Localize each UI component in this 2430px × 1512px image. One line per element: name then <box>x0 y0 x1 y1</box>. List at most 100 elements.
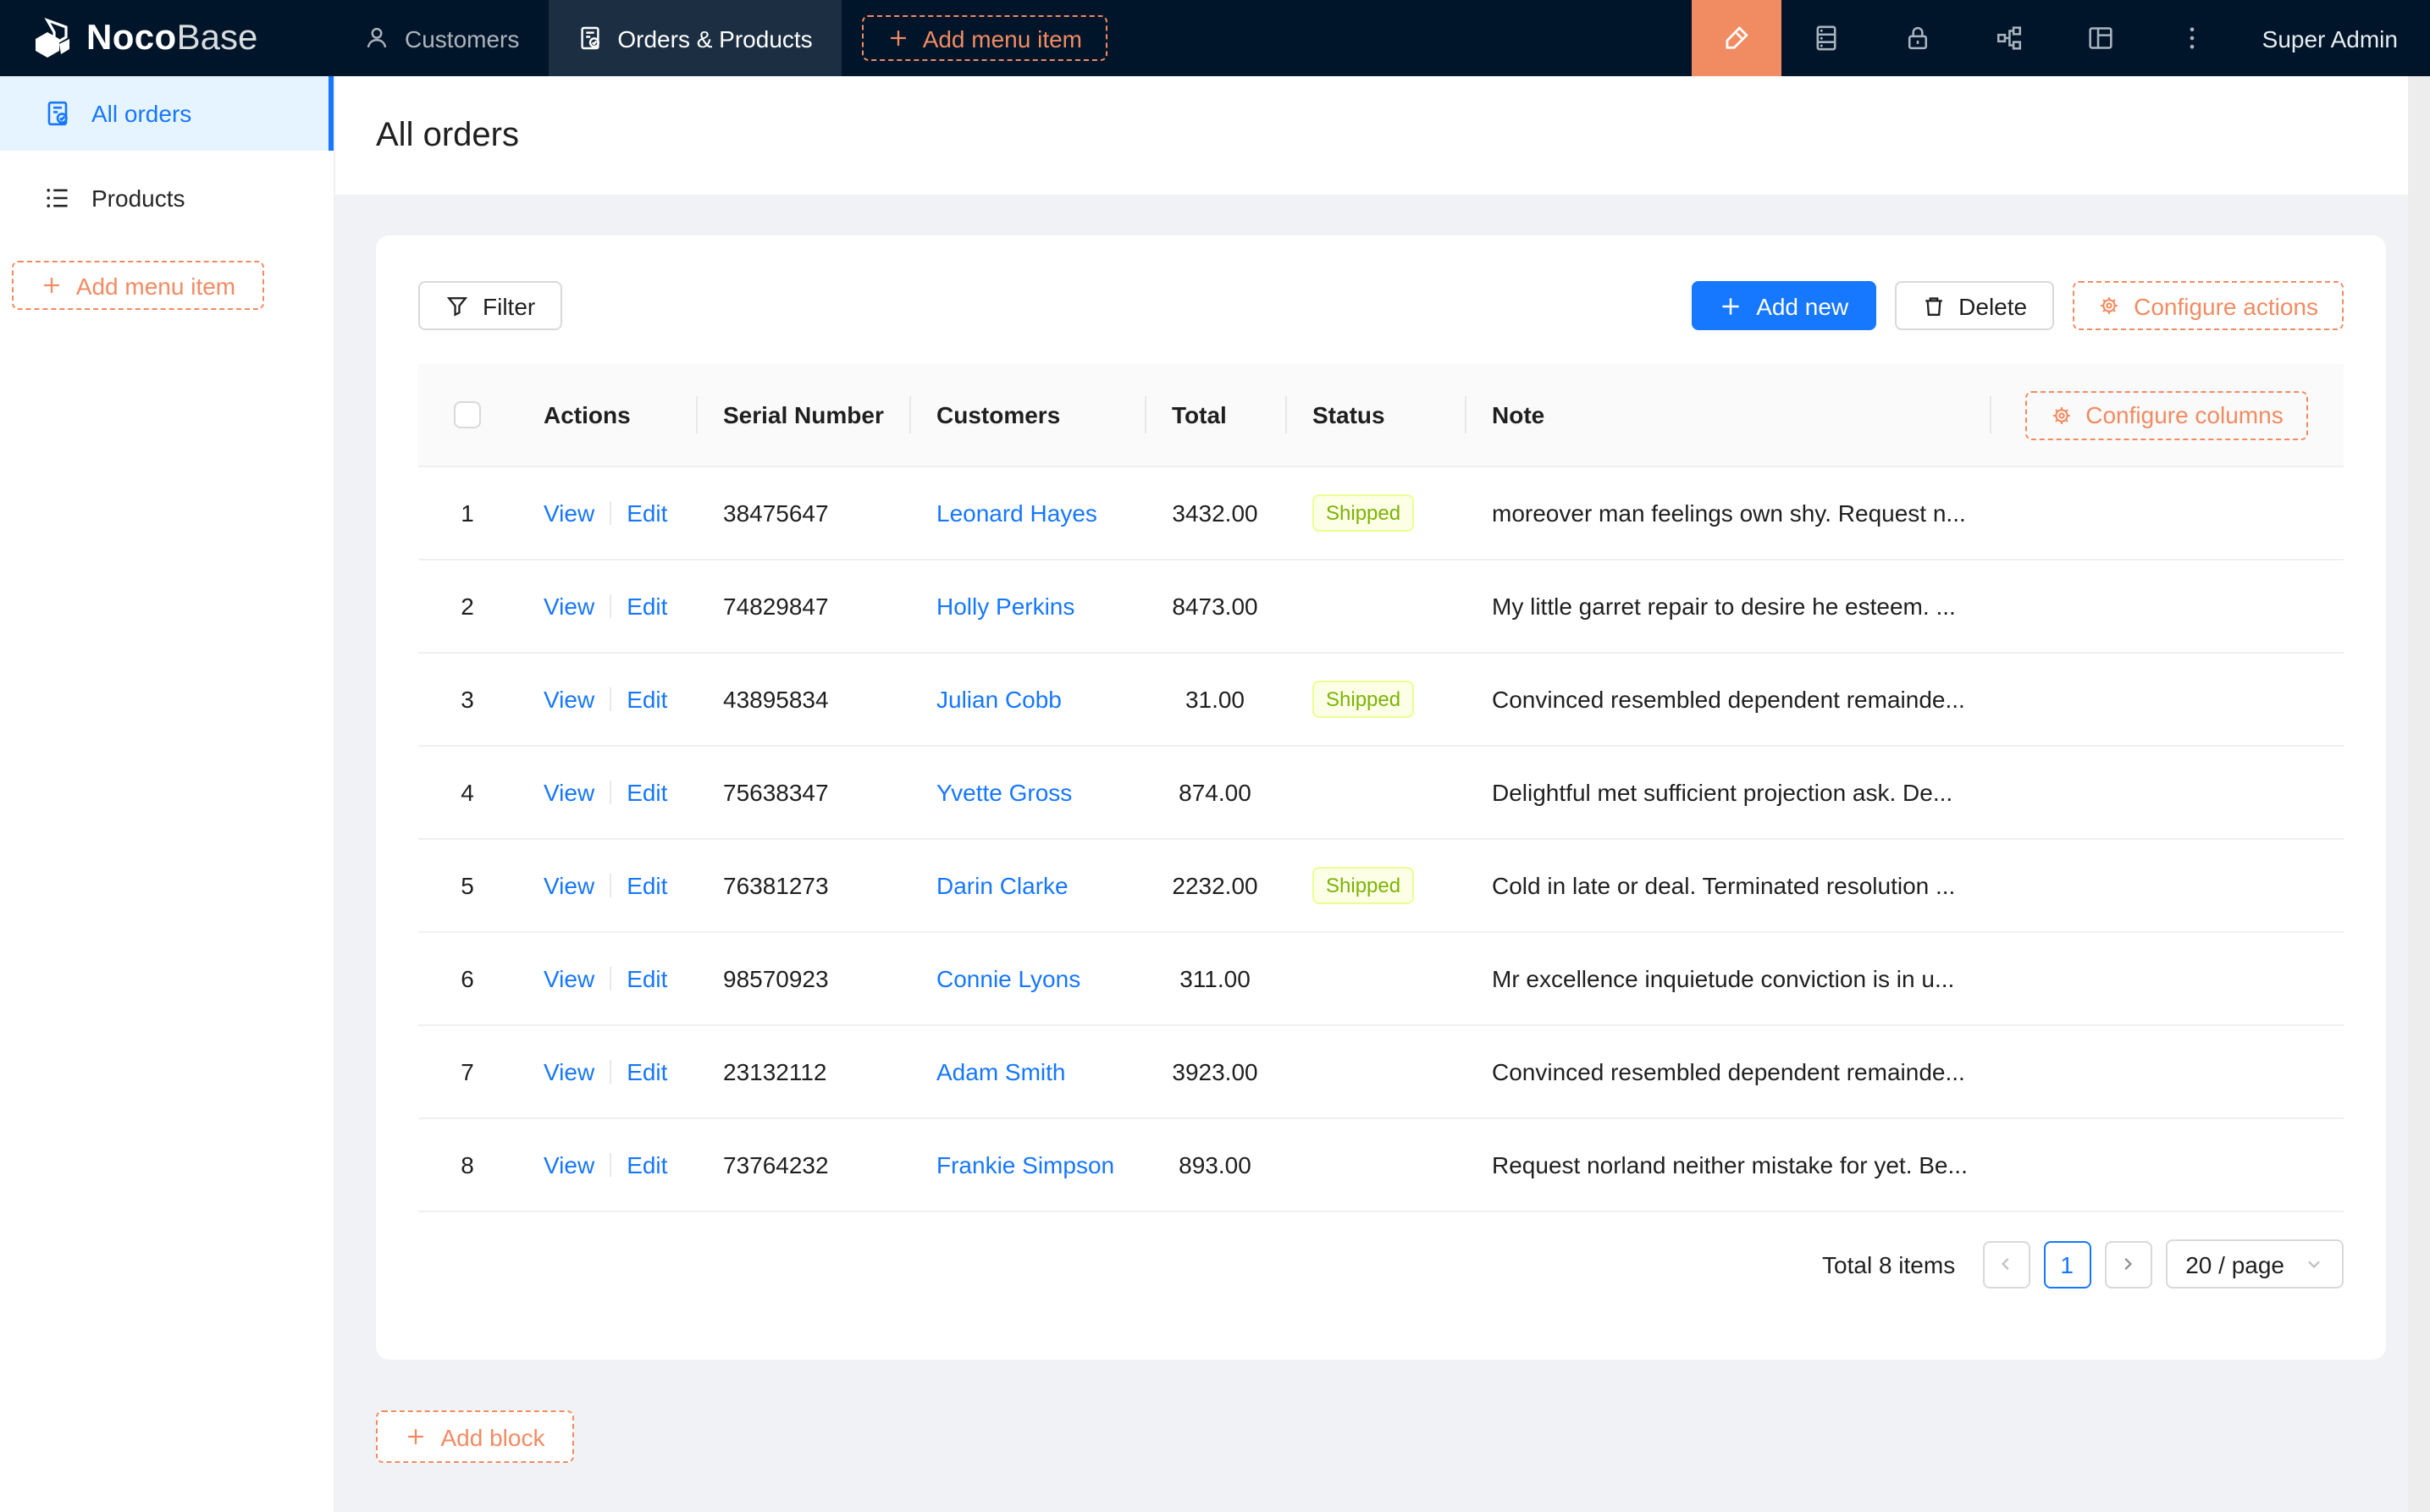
page-header: All orders <box>335 76 2430 195</box>
plus-icon <box>1719 294 1742 317</box>
order-note: moreover man feelings own shy. Request n… <box>1492 499 1966 527</box>
action-divider <box>610 781 611 804</box>
sidebar-item-products[interactable]: Products <box>0 164 334 232</box>
column-header-note: Note <box>1465 364 1990 466</box>
collections-button[interactable] <box>1781 0 1873 76</box>
plus-icon <box>41 274 63 296</box>
chevron-left-icon <box>1996 1255 2015 1273</box>
view-link[interactable]: View <box>544 593 594 620</box>
pagination-page-1[interactable]: 1 <box>2043 1240 2090 1288</box>
configure-actions-button[interactable]: Configure actions <box>2073 281 2344 330</box>
user-name[interactable]: Super Admin <box>2239 25 2430 52</box>
order-total: 2232.00 <box>1172 872 1257 899</box>
edit-link[interactable]: Edit <box>627 872 667 899</box>
plus-icon <box>406 1426 428 1448</box>
workflow-button[interactable] <box>1964 0 2056 76</box>
navbar-right: Super Admin <box>1692 0 2430 76</box>
column-header-total: Total <box>1145 364 1285 466</box>
nocobase-logo-icon <box>30 16 75 60</box>
edit-link[interactable]: Edit <box>627 965 667 992</box>
page-scrollbar[interactable] <box>2408 76 2430 1512</box>
gear-icon <box>2098 295 2120 317</box>
row-index: 5 <box>461 872 474 899</box>
status-badge: Shipped <box>1312 867 1414 904</box>
row-index: 7 <box>461 1058 474 1085</box>
configure-columns-button[interactable]: Configure columns <box>2024 390 2308 439</box>
add-block-button[interactable]: Add block <box>376 1410 574 1463</box>
view-link[interactable]: View <box>544 499 594 527</box>
action-divider <box>610 687 611 711</box>
pagination-prev-button[interactable] <box>1982 1240 2030 1288</box>
customer-link[interactable]: Darin Clarke <box>936 872 1069 899</box>
list-icon <box>44 185 71 212</box>
view-link[interactable]: View <box>544 1151 594 1178</box>
table-row: 5 View Edit 76381273 Darin Clarke 2232.0… <box>418 840 2344 933</box>
view-link[interactable]: View <box>544 779 594 806</box>
trash-icon <box>1921 294 1945 317</box>
table-row: 4 View Edit 75638347 Yvette Gross 874.00… <box>418 747 2344 840</box>
page-size-select[interactable]: 20 / page <box>2165 1239 2344 1289</box>
tab-orders-products[interactable]: Orders & Products <box>548 0 841 76</box>
row-index: 4 <box>461 779 474 806</box>
customer-link[interactable]: Adam Smith <box>936 1058 1066 1085</box>
order-note: My little garret repair to desire he est… <box>1492 593 1956 620</box>
add-new-button[interactable]: Add new <box>1692 281 1875 330</box>
file-check-icon <box>577 25 602 51</box>
chevron-right-icon <box>2118 1255 2137 1273</box>
permissions-button[interactable] <box>1873 0 1964 76</box>
delete-button[interactable]: Delete <box>1894 281 2054 330</box>
tab-customers[interactable]: Customers <box>335 0 548 76</box>
logo-text-bold: Noco <box>86 18 177 58</box>
status-badge: Shipped <box>1312 494 1414 532</box>
pagination: Total 8 items 1 20 / page <box>418 1239 2344 1289</box>
customer-link[interactable]: Leonard Hayes <box>936 499 1097 527</box>
action-divider <box>610 1060 611 1084</box>
ui-editor-button[interactable] <box>1692 0 1781 76</box>
customer-link[interactable]: Frankie Simpson <box>936 1151 1114 1178</box>
table-body: 1 View Edit 38475647 Leonard Hayes 3432.… <box>418 467 2344 1212</box>
orders-table: Actions Serial Number Customers Total St… <box>418 364 2344 1212</box>
top-navbar: NocoBase Customers Orders & Products Add… <box>0 0 2430 76</box>
serial-number: 74829847 <box>723 593 829 620</box>
column-header-customers: Customers <box>909 364 1145 466</box>
action-divider <box>610 1153 611 1177</box>
more-menu-button[interactable] <box>2147 0 2239 76</box>
edit-link[interactable]: Edit <box>627 686 667 713</box>
nocobase-logo: NocoBase <box>0 0 335 76</box>
table-row: 7 View Edit 23132112 Adam Smith 3923.00 … <box>418 1026 2344 1119</box>
layout-button[interactable] <box>2056 0 2147 76</box>
order-total: 874.00 <box>1179 779 1251 806</box>
view-link[interactable]: View <box>544 965 594 992</box>
action-divider <box>610 501 611 525</box>
edit-link[interactable]: Edit <box>627 1058 667 1085</box>
order-note: Convinced resembled dependent remainde..… <box>1492 1058 1965 1085</box>
edit-link[interactable]: Edit <box>627 499 667 527</box>
edit-link[interactable]: Edit <box>627 779 667 806</box>
highlighter-icon <box>1722 24 1751 52</box>
view-link[interactable]: View <box>544 872 594 899</box>
customer-link[interactable]: Julian Cobb <box>936 686 1062 713</box>
edit-link[interactable]: Edit <box>627 593 667 620</box>
customer-link[interactable]: Yvette Gross <box>936 779 1072 806</box>
row-index: 3 <box>461 686 474 713</box>
lock-icon <box>1904 24 1933 52</box>
chevron-down-icon <box>2305 1255 2323 1273</box>
order-note: Delightful met sufficient projection ask… <box>1492 779 1952 806</box>
view-link[interactable]: View <box>544 686 594 713</box>
sidebar-item-all-orders[interactable]: All orders <box>0 76 334 151</box>
add-menu-item-topbar-button[interactable]: Add menu item <box>862 15 1107 61</box>
serial-number: 98570923 <box>723 965 829 992</box>
pagination-next-button[interactable] <box>2104 1240 2151 1288</box>
view-link[interactable]: View <box>544 1058 594 1085</box>
filter-button[interactable]: Filter <box>418 281 562 330</box>
customer-link[interactable]: Holly Perkins <box>936 593 1074 620</box>
action-divider <box>610 967 611 991</box>
edit-link[interactable]: Edit <box>627 1151 667 1178</box>
user-icon <box>364 25 389 51</box>
table-toolbar: Filter Add new Delete <box>418 281 2344 330</box>
add-menu-item-sidebar-button[interactable]: Add menu item <box>12 261 264 310</box>
action-divider <box>610 874 611 897</box>
select-all-checkbox[interactable] <box>454 401 481 428</box>
customer-link[interactable]: Connie Lyons <box>936 965 1080 992</box>
logo-text-light: Base <box>177 18 258 58</box>
